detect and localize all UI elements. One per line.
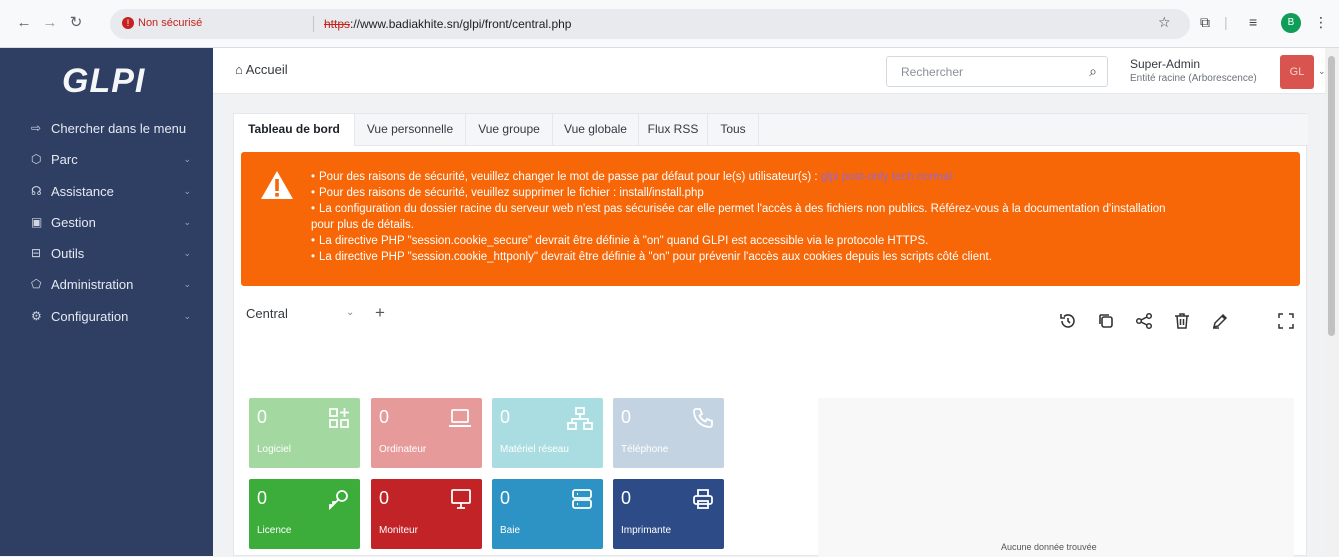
profile-avatar[interactable]: B bbox=[1281, 13, 1301, 33]
server-icon bbox=[572, 489, 592, 509]
chevron-down-icon: ⌄ bbox=[183, 153, 191, 164]
chevron-down-icon: ⌄ bbox=[183, 247, 191, 258]
history-icon[interactable] bbox=[1059, 312, 1077, 330]
alert-item: • La directive PHP "session.cookie_httpon… bbox=[311, 251, 992, 263]
tile-baie[interactable]: 0 Baie bbox=[492, 479, 603, 549]
sidebar-item-parc[interactable]: ⬡ Parc ⌄ bbox=[0, 144, 213, 174]
sidebar: GLPI ⇨ Chercher dans le menu ⬡ Parc ⌄ ☊ … bbox=[0, 48, 213, 556]
sidebar-item-label: Assistance bbox=[51, 183, 114, 199]
arrow-right-icon: ⇨ bbox=[31, 121, 42, 135]
tab-vue-personnelle[interactable]: Vue personnelle bbox=[355, 114, 466, 145]
chevron-down-icon: ⌄ bbox=[183, 185, 191, 196]
laptop-icon bbox=[449, 409, 471, 427]
warning-triangle-icon bbox=[261, 171, 293, 199]
alert-list: • Pour des raisons de sécurité, veuillez … bbox=[311, 169, 1291, 265]
sidebar-item-gestion[interactable]: ▣ Gestion ⌄ bbox=[0, 207, 213, 237]
sidebar-item-label: Outils bbox=[51, 245, 85, 261]
sidebar-item-label: Configuration bbox=[51, 308, 129, 324]
empty-widget: Aucune donnée trouvée bbox=[818, 398, 1294, 557]
tab-bar: Tableau de bord Vue personnelle Vue grou… bbox=[234, 114, 1308, 146]
url-text[interactable]: https://www.badiakhite.sn/glpi/front/cen… bbox=[324, 17, 571, 31]
alert-item-continuation: pour plus de détails. bbox=[311, 219, 414, 231]
gear-icon: ⚙ bbox=[31, 309, 42, 323]
tile-imprimante[interactable]: 0 Imprimante bbox=[613, 479, 724, 549]
home-icon: ⌂ bbox=[235, 62, 243, 77]
edit-icon[interactable] bbox=[1211, 312, 1229, 330]
scrollbar-thumb[interactable] bbox=[1328, 56, 1335, 336]
copy-icon[interactable] bbox=[1097, 312, 1115, 330]
reload-icon[interactable]: ↻ bbox=[66, 13, 86, 33]
tile-licence[interactable]: 0 Licence bbox=[249, 479, 360, 549]
tile-ordinateur[interactable]: 0 Ordinateur bbox=[371, 398, 482, 468]
tile-moniteur[interactable]: 0 Moniteur bbox=[371, 479, 482, 549]
printer-icon bbox=[693, 489, 713, 509]
briefcase-icon: ⊟ bbox=[31, 246, 42, 260]
search-input[interactable]: Rechercher ⌕ bbox=[886, 56, 1108, 87]
trash-icon[interactable] bbox=[1173, 312, 1191, 330]
chevron-down-icon: ⌄ bbox=[183, 278, 191, 289]
wallet-icon: ▣ bbox=[31, 215, 43, 229]
tile-logiciel[interactable]: 0 Logiciel bbox=[249, 398, 360, 468]
fullscreen-icon[interactable] bbox=[1277, 312, 1295, 330]
sidebar-item-administration[interactable]: ⬠ Administration ⌄ bbox=[0, 269, 213, 299]
apps-icon bbox=[329, 408, 349, 428]
reading-list-icon[interactable]: ≡ bbox=[1249, 14, 1257, 30]
browser-toolbar: ← → ↻ ! Non sécurisé https://www.badiakh… bbox=[0, 0, 1339, 48]
share-icon[interactable] bbox=[1135, 312, 1153, 330]
glpi-logo[interactable]: GLPI bbox=[62, 62, 145, 101]
tab-flux-rss[interactable]: Flux RSS bbox=[639, 114, 708, 145]
star-icon[interactable]: ☆ bbox=[1158, 14, 1171, 31]
alert-item: • Pour des raisons de sécurité, veuillez … bbox=[311, 187, 704, 199]
divider: | bbox=[1224, 14, 1228, 30]
chevron-down-icon: ⌄ bbox=[346, 307, 355, 318]
top-header: ⌂ Accueil Rechercher ⌕ Super-Admin Entit… bbox=[213, 48, 1339, 94]
divider bbox=[313, 16, 314, 32]
sidebar-item-assistance[interactable]: ☊ Assistance ⌄ bbox=[0, 176, 213, 206]
monitor-icon bbox=[451, 489, 471, 509]
security-alert: • Pour des raisons de sécurité, veuillez … bbox=[241, 152, 1300, 286]
sidebar-item-label: Administration bbox=[51, 276, 134, 292]
tab-tableau-de-bord[interactable]: Tableau de bord bbox=[234, 114, 355, 146]
tile-telephone[interactable]: 0 Téléphone bbox=[613, 398, 724, 468]
tab-vue-groupe[interactable]: Vue groupe bbox=[466, 114, 553, 145]
page-scrollbar[interactable] bbox=[1325, 48, 1339, 556]
headset-icon: ☊ bbox=[31, 184, 42, 198]
breadcrumb-home[interactable]: ⌂ Accueil bbox=[235, 62, 288, 77]
search-icon[interactable]: ⌕ bbox=[1089, 63, 1097, 80]
key-icon bbox=[329, 490, 348, 510]
back-arrow-icon[interactable]: ← bbox=[14, 13, 34, 33]
alert-item: • Pour des raisons de sécurité, veuillez … bbox=[311, 171, 952, 183]
warning-circle-icon: ! bbox=[122, 17, 134, 29]
address-bar[interactable]: ! Non sécurisé https://www.badiakhite.sn… bbox=[110, 9, 1190, 39]
dashboard-select[interactable]: Central ⌄ bbox=[246, 306, 371, 321]
chevron-down-icon: ⌄ bbox=[183, 310, 191, 321]
sidebar-item-label: Parc bbox=[51, 151, 78, 167]
sidebar-item-search-menu[interactable]: ⇨ Chercher dans le menu bbox=[0, 113, 213, 143]
network-icon bbox=[567, 407, 593, 430]
sidebar-item-configuration[interactable]: ⚙ Configuration ⌄ bbox=[0, 301, 213, 331]
kebab-menu-icon[interactable]: ⋮ bbox=[1314, 14, 1328, 31]
avatar[interactable]: GL bbox=[1280, 55, 1314, 89]
tab-vue-globale[interactable]: Vue globale bbox=[553, 114, 639, 145]
security-indicator[interactable]: ! Non sécurisé bbox=[122, 17, 202, 29]
sidebar-item-label: Gestion bbox=[51, 214, 96, 230]
forward-arrow-icon[interactable]: → bbox=[40, 13, 60, 33]
user-info[interactable]: Super-Admin Entité racine (Arborescence) bbox=[1130, 57, 1257, 84]
extensions-icon[interactable]: ⧉ bbox=[1200, 14, 1210, 31]
sidebar-item-outils[interactable]: ⊟ Outils ⌄ bbox=[0, 238, 213, 268]
chevron-down-icon: ⌄ bbox=[183, 216, 191, 227]
users-link[interactable]: glpi post-only tech normal bbox=[821, 171, 952, 183]
alert-item: • La directive PHP "session.cookie_secure… bbox=[311, 235, 929, 247]
tab-tous[interactable]: Tous bbox=[708, 114, 759, 145]
phone-icon bbox=[693, 408, 713, 428]
add-dashboard-button[interactable]: + bbox=[375, 303, 385, 323]
alert-item: • La configuration du dossier racine du s… bbox=[311, 203, 1166, 215]
sidebar-item-label: Chercher dans le menu bbox=[51, 120, 187, 136]
box-icon: ⬡ bbox=[31, 152, 42, 166]
tile-materiel-reseau[interactable]: 0 Matériel réseau bbox=[492, 398, 603, 468]
shield-icon: ⬠ bbox=[31, 277, 42, 291]
main-panel: Tableau de bord Vue personnelle Vue grou… bbox=[233, 113, 1308, 557]
